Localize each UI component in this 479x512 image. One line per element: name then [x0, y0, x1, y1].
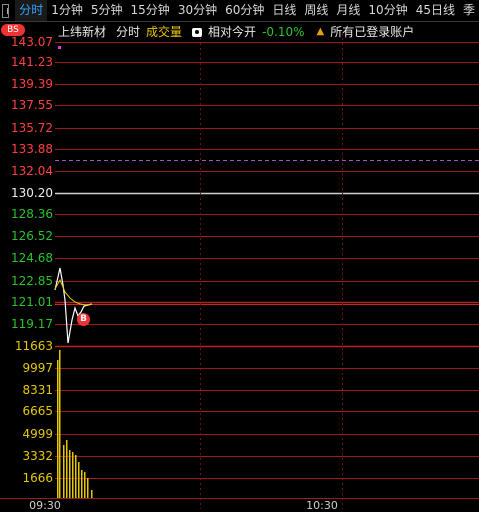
price-tick-label: 130.20 [11, 186, 53, 200]
volume-bar [66, 440, 68, 498]
price-tick-label: 135.72 [11, 121, 53, 135]
chart-info-bar: 上纬新材 分时 成交量 相对今开 -0.10% ▲ 所有已登录账户 [58, 23, 414, 41]
price-tick-label: 121.01 [11, 295, 53, 309]
price-tick-label: 133.88 [11, 142, 53, 156]
price-axis: 143.07 141.23 139.39 137.55 135.72 133.88 132.… [0, 22, 53, 509]
price-tick-label: 143.07 [11, 35, 53, 49]
volume-tick-label: 8331 [22, 383, 53, 397]
account-arrow-icon[interactable]: ▲ [317, 23, 325, 41]
price-line [54, 267, 93, 344]
stock-name: 上纬新材 [58, 25, 107, 39]
price-tick-label: 132.04 [11, 164, 53, 178]
price-tick-label: 126.52 [11, 229, 53, 243]
price-tick-label: 137.55 [11, 98, 53, 112]
volume-bar [75, 455, 77, 498]
price-tick-label: 139.39 [11, 77, 53, 91]
volume-tick-label: 3332 [22, 449, 53, 463]
volume-bar [78, 462, 80, 498]
volume-tick-label: 9997 [22, 361, 53, 375]
volume-bar [87, 478, 89, 498]
chart-canvas [0, 33, 479, 509]
price-tick-label: 119.17 [11, 317, 53, 331]
price-tick-label: 128.36 [11, 207, 53, 221]
relative-pct-value: -0.10% [262, 25, 305, 39]
volume-bar [84, 472, 86, 498]
volume-tick-label: 4999 [22, 427, 53, 441]
volume-tick-label: 11663 [14, 339, 53, 353]
time-label: 10:30 [306, 499, 338, 512]
relative-open-label: 相对今开 [208, 25, 257, 39]
buy-marker[interactable]: B [77, 313, 90, 326]
price-tick-label: 122.85 [11, 274, 53, 288]
volume-bar [81, 470, 83, 498]
volume-tick-label: 1666 [22, 471, 53, 485]
accounts-label[interactable]: 所有已登录账户 [330, 23, 414, 41]
volume-bar [69, 450, 71, 498]
volume-label[interactable]: 成交量 [146, 23, 182, 41]
chart-mode-label: 分时 [116, 25, 141, 39]
time-label: 09:30 [29, 499, 61, 512]
price-tick-label: 141.23 [11, 55, 53, 69]
volume-bar [57, 360, 59, 498]
price-tick-label: 124.68 [11, 251, 53, 265]
volume-bar [59, 350, 61, 498]
point-marker [58, 46, 61, 49]
volume-bar [72, 452, 74, 498]
volume-tick-label: 6665 [22, 404, 53, 418]
volume-bar [63, 445, 65, 498]
volume-bar [91, 490, 93, 498]
camera-icon[interactable] [192, 27, 203, 37]
average-price-line [54, 278, 93, 306]
